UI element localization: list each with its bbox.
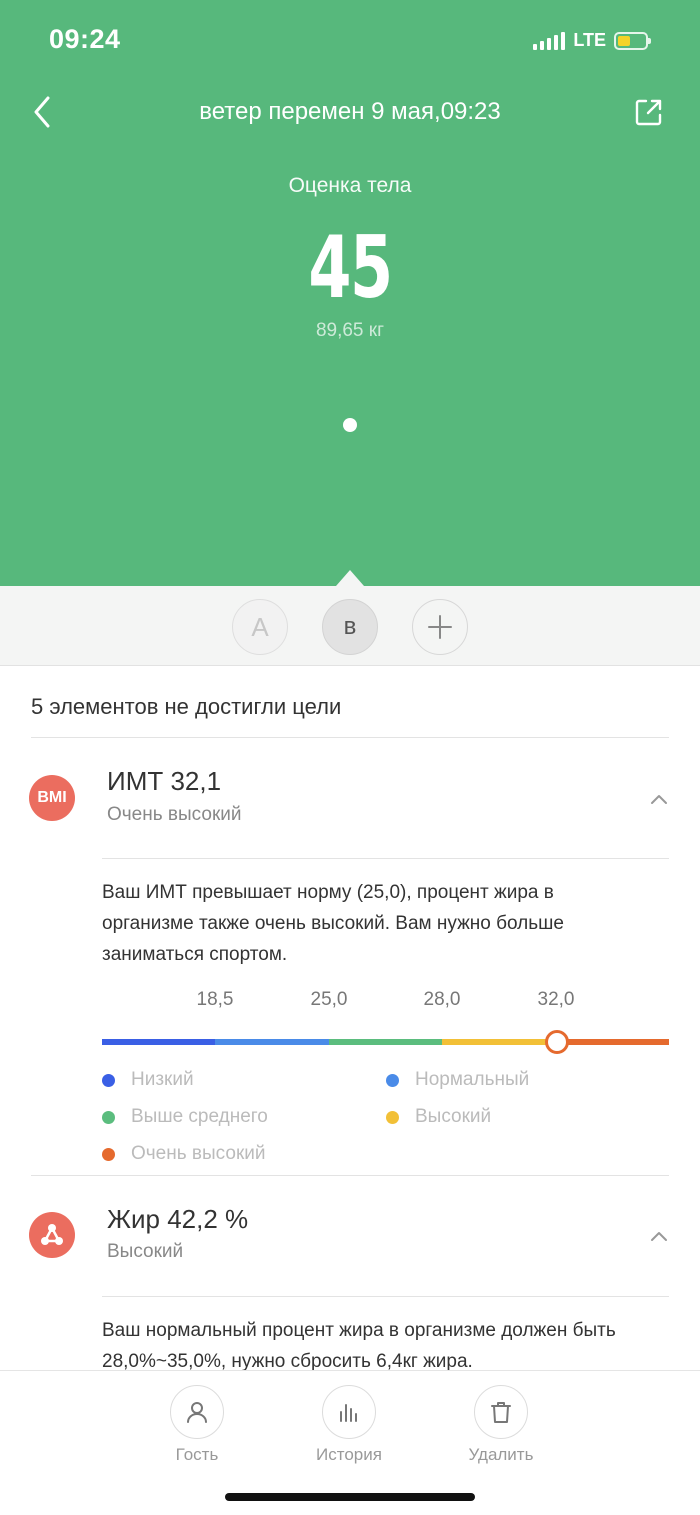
legend-label: Низкий: [131, 1069, 194, 1090]
page-title: ветер перемен 9 мая,09:23: [199, 98, 501, 125]
legend-dot: [386, 1110, 399, 1124]
legend-label: Выше среднего: [131, 1106, 268, 1127]
bmi-name: ИМТ 32,1: [107, 766, 222, 796]
bmi-tick-label: 28,0: [423, 989, 461, 1010]
bmi-tick-label: 18,5: [196, 989, 234, 1010]
tab-label: Удалить: [468, 1445, 534, 1464]
battery-icon: [614, 31, 651, 50]
share-button[interactable]: [634, 97, 664, 127]
legend-label: Нормальный: [415, 1069, 530, 1090]
divider: [31, 737, 669, 738]
chevron-up-icon: [651, 1232, 667, 1241]
bmi-tick-label: 25,0: [310, 989, 348, 1010]
bmi-icon: BMI: [29, 775, 75, 821]
history-button[interactable]: История: [294, 1385, 404, 1465]
fat-description: Ваш нормальный процент жира в организме …: [102, 1320, 616, 1372]
bmi-segment-very-high: [556, 1039, 669, 1045]
bmi-scale-bar: [102, 1030, 669, 1054]
page-indicator-dot: [343, 418, 357, 432]
delete-button[interactable]: Удалить: [446, 1385, 556, 1465]
legend-item-high: Высокий: [386, 1106, 491, 1128]
person-icon: [187, 1402, 207, 1423]
bmi-segment-normal: [215, 1039, 329, 1045]
legend-dot: [102, 1110, 115, 1124]
summary-title: 5 элементов не достигли цели: [31, 694, 342, 719]
legend-dot: [102, 1073, 115, 1087]
legend-dot: [102, 1147, 115, 1161]
share-icon: [635, 99, 662, 126]
bmi-segment-above-average: [329, 1039, 442, 1045]
guest-icon-circle: [170, 1385, 224, 1439]
tab-label: Гость: [175, 1445, 219, 1464]
fat-icon-badge: [29, 1212, 75, 1258]
delete-icon-circle: [474, 1385, 528, 1439]
chevron-up-icon: [651, 795, 667, 804]
divider: [31, 1175, 669, 1176]
divider: [102, 858, 669, 859]
network-type: LTE: [573, 30, 606, 50]
selection-notch: [336, 570, 364, 586]
molecule-icon: [41, 1224, 63, 1245]
bmi-description: Ваш ИМТ превышает норму (25,0), процент …: [102, 882, 564, 965]
bmi-segment-high: [442, 1039, 556, 1045]
divider: [102, 1296, 669, 1297]
bmi-collapse-button[interactable]: [650, 790, 668, 808]
hero-panel: 09:24 LTE ветер перемен 9 мая,09:23 Оцен…: [0, 0, 700, 586]
legend-item-very-high: Очень высокий: [102, 1143, 265, 1165]
bmi-tick-label: 32,0: [537, 989, 575, 1010]
tab-label: История: [316, 1445, 382, 1464]
legend-label: Очень высокий: [131, 1143, 266, 1164]
bar-chart-icon: [340, 1404, 357, 1422]
signal-icon: [533, 31, 566, 50]
legend-dot: [386, 1073, 399, 1087]
home-indicator: [225, 1493, 475, 1501]
legend-item-above-average: Выше среднего: [102, 1106, 268, 1128]
user-a-button[interactable]: A: [232, 599, 288, 655]
user-b-button[interactable]: в: [322, 599, 378, 655]
guest-button[interactable]: Гость: [142, 1385, 252, 1465]
fat-collapse-button[interactable]: [650, 1227, 668, 1245]
bmi-status: Очень высокий: [107, 804, 242, 825]
fat-name: Жир 42,2 %: [107, 1204, 249, 1234]
plus-icon: [428, 615, 452, 639]
bmi-value-marker: [545, 1030, 570, 1054]
legend-item-low: Низкий: [102, 1069, 194, 1091]
status-time: 09:24: [49, 24, 121, 54]
legend-label: Высокий: [415, 1106, 492, 1127]
status-indicators: LTE: [533, 30, 651, 51]
user-switcher: A в: [0, 586, 700, 666]
bmi-segment-low: [102, 1039, 215, 1045]
legend-item-normal: Нормальный: [386, 1069, 529, 1091]
history-icon-circle: [322, 1385, 376, 1439]
fat-status: Высокий: [107, 1241, 184, 1262]
add-user-button[interactable]: [412, 599, 468, 655]
body-score: 45: [308, 218, 393, 318]
trash-icon: [491, 1402, 511, 1423]
score-label: Оценка тела: [288, 174, 412, 197]
weight-value: 89,65 кг: [315, 320, 385, 341]
